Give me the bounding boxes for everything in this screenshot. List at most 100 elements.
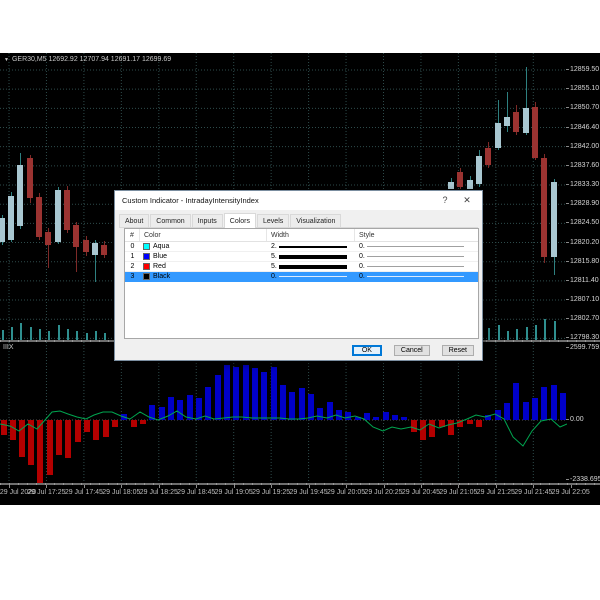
price-axis-label: 12802.70: [565, 315, 600, 323]
volume-bar: [39, 329, 41, 340]
volume-bar: [488, 328, 490, 340]
width-line-sample: [278, 276, 347, 277]
price-axis-label: 12842.00: [565, 142, 600, 150]
style-value: 0.: [359, 262, 365, 270]
width-value: 5.: [271, 252, 277, 260]
tab-colors[interactable]: Colors: [223, 213, 257, 228]
time-axis-tick: [46, 485, 48, 488]
row-style-cell: 0.: [355, 252, 478, 262]
color-name: Aqua: [153, 242, 170, 250]
width-line-sample: [278, 254, 347, 259]
column-header-style: Style: [359, 232, 375, 239]
time-axis[interactable]: 29 Jul 2020 29 Jul 17:25 29 Jul 17:45 29 Ju…: [0, 485, 600, 505]
volume-bar: [535, 325, 537, 340]
volume-bar: [86, 333, 88, 340]
help-button[interactable]: ?: [434, 191, 456, 210]
row-color-cell: Red: [140, 262, 267, 272]
width-value: 0.: [271, 272, 277, 280]
reset-button[interactable]: Reset: [441, 345, 474, 356]
time-axis-separator: [0, 483, 600, 485]
time-axis-tick: [570, 485, 572, 488]
chart-dropdown-icon[interactable]: ▼: [4, 57, 9, 63]
color-row-aqua[interactable]: 0 Aqua 2. 0.: [125, 242, 478, 252]
indicator-name-label: IIIX: [3, 344, 14, 351]
row-index: 0: [130, 242, 135, 250]
volume-bar: [95, 331, 97, 340]
color-swatch: [143, 273, 150, 280]
price-axis-label: 12846.40: [565, 123, 600, 131]
style-value: 0.: [359, 272, 365, 280]
ok-button[interactable]: OK: [351, 345, 382, 356]
volume-bar: [544, 319, 546, 340]
tab-visualization[interactable]: Visualization: [290, 214, 342, 227]
time-axis-label: 29 Jul 20:45: [401, 489, 441, 496]
time-axis-label: 29 Jul 19:45: [289, 489, 328, 496]
column-header-index: #: [125, 229, 140, 241]
tab-about[interactable]: About: [119, 214, 150, 227]
page: ▼ GER30,M5 12692.92 12707.94 12691.17 126…: [0, 0, 600, 600]
row-style-cell: 0.: [355, 242, 478, 252]
price-axis-label: 12850.70: [565, 104, 600, 112]
close-button[interactable]: ✕: [456, 191, 478, 210]
column-header-color: Color: [140, 229, 267, 241]
dialog-button-row: OK Cancel Reset: [351, 345, 474, 356]
color-swatch: [143, 263, 150, 270]
tab-inputs[interactable]: Inputs: [191, 214, 223, 227]
time-axis-label: 29 Jul 21:25: [476, 489, 515, 496]
custom-indicator-dialog: Custom Indicator - IntradayIntensityInde…: [114, 190, 483, 361]
cancel-button[interactable]: Cancel: [393, 345, 430, 356]
row-color-cell: Blue: [140, 252, 267, 262]
row-style-cell: 0.: [355, 262, 478, 272]
color-row-red[interactable]: 2 Red 5. 0.: [125, 262, 478, 272]
volume-bar: [67, 329, 69, 340]
row-index: 1: [130, 252, 135, 260]
time-axis-label: 29 Jul 20:05: [326, 489, 366, 496]
width-line-sample: [278, 245, 347, 248]
volume-bar: [76, 331, 78, 340]
color-row-black[interactable]: 3 Black 0. 0.: [125, 272, 478, 282]
price-axis-label: 12820.20: [565, 238, 600, 246]
volume-bar: [11, 327, 13, 340]
symbol-info-label: ▼ GER30,M5 12692.92 12707.94 12691.17 126…: [4, 56, 171, 63]
style-line-sample: [366, 276, 464, 277]
price-axis-label: 12811.40: [566, 276, 599, 284]
colors-table: # Color Width Style 0 Aqua 2. 0. 1 Blue 5. 0. 2 Red 5…: [124, 228, 479, 339]
width-value: 2.: [271, 242, 277, 250]
tab-levels[interactable]: Levels: [257, 214, 290, 227]
column-header-width: Width: [267, 229, 355, 241]
price-axis-label: 12807.10: [565, 296, 600, 304]
price-axis-label: 12815.80: [565, 257, 600, 265]
color-swatch: [143, 243, 150, 250]
dialog-titlebar[interactable]: Custom Indicator - IntradayIntensityInde…: [115, 191, 482, 210]
tab-common[interactable]: Common: [150, 214, 191, 227]
color-row-blue[interactable]: 1 Blue 5. 0.: [125, 252, 478, 262]
volume-bar: [104, 333, 106, 340]
table-header-row: # Color Width Style: [125, 229, 478, 242]
row-color-cell: Aqua: [140, 242, 267, 252]
time-axis-tick: [83, 485, 85, 488]
indicator-signal-line: [0, 410, 567, 447]
style-value: 0.: [359, 252, 365, 260]
time-axis-label: 29 Jul 18:25: [139, 489, 178, 496]
volume-bar: [58, 325, 60, 340]
price-axis-label: 12828.90: [565, 200, 600, 208]
dialog-title: Custom Indicator - IntradayIntensityInde…: [122, 196, 259, 205]
volume-bar: [507, 331, 509, 340]
time-axis-label: 29 Jul 17:45: [64, 489, 103, 496]
time-axis-tick: [196, 485, 198, 488]
time-axis-tick: [121, 485, 123, 488]
time-axis-label: 29 Jul 21:05: [439, 489, 478, 496]
volume-bar: [20, 323, 22, 340]
volume-bar: [48, 331, 50, 340]
time-axis-label: 29 Jul 18:05: [102, 489, 141, 496]
volume-bar: [498, 325, 500, 340]
time-axis-label: 29 Jul 19:05: [214, 489, 253, 496]
row-width-cell: 5.: [267, 252, 355, 262]
symbol-ohlc-text: GER30,M5 12692.92 12707.94 12691.17 1269…: [11, 56, 172, 63]
time-axis-label: 29 Jul 22:05: [551, 489, 590, 496]
volume-bar: [516, 329, 518, 340]
time-axis-tick: [308, 485, 310, 488]
time-axis-tick: [420, 485, 422, 488]
price-axis-label: 12837.60: [565, 161, 600, 169]
volume-bar: [554, 321, 556, 340]
